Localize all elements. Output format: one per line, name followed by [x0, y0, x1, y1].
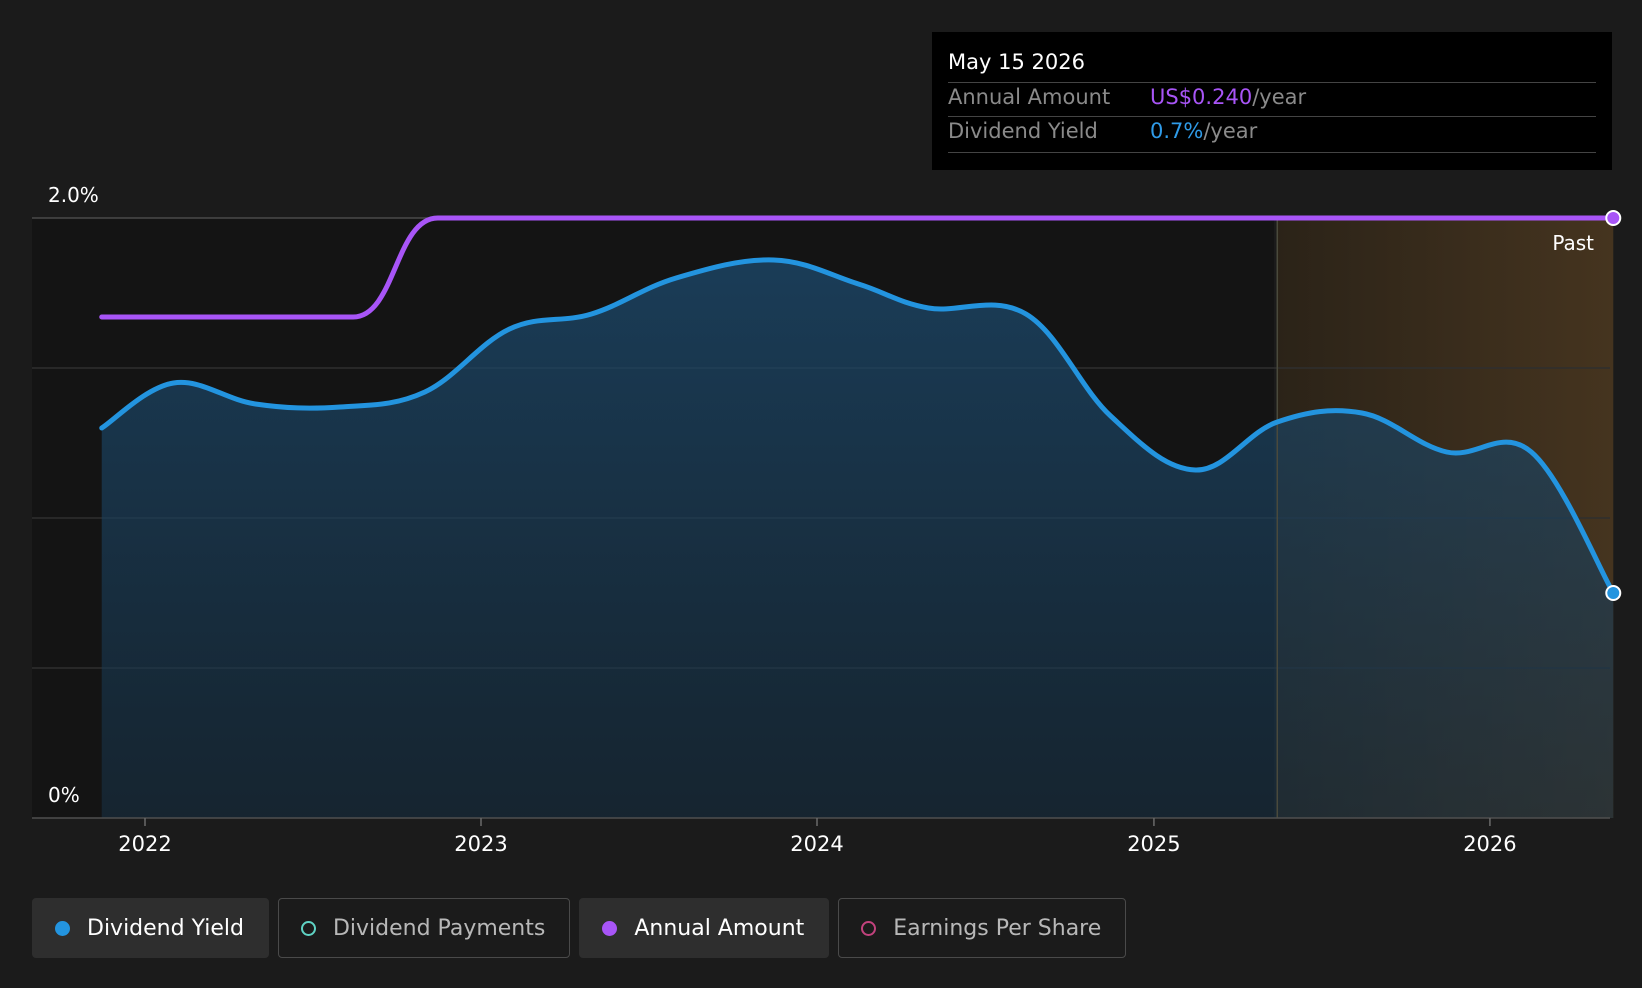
tooltip-divider	[948, 116, 1596, 117]
tooltip-unit: /year	[1203, 119, 1258, 143]
tooltip-row-value: US$0.240/year	[1150, 85, 1306, 109]
tooltip-divider	[948, 82, 1596, 83]
tooltip-row-value: 0.7%/year	[1150, 119, 1257, 143]
tooltip-date: May 15 2026	[948, 50, 1085, 74]
y-tick-label-bottom: 0%	[48, 783, 80, 807]
annual-amount-dot-icon	[602, 920, 618, 936]
y-tick-label-top: 2.0%	[48, 183, 99, 207]
earnings-per-share-ring-icon	[861, 920, 877, 936]
tooltip: May 15 2026 Annual Amount US$0.240/year …	[932, 32, 1612, 170]
past-label: Past	[1552, 231, 1594, 255]
tooltip-divider	[948, 152, 1596, 153]
legend-label: Annual Amount	[634, 915, 805, 941]
tooltip-value: US$0.240	[1150, 85, 1253, 109]
legend-label: Earnings Per Share	[893, 915, 1102, 941]
tooltip-row-label: Dividend Yield	[948, 119, 1098, 143]
tooltip-value: 0.7%	[1150, 119, 1204, 143]
legend-label: Dividend Yield	[87, 915, 244, 941]
x-tick-label-2023: 2023	[454, 832, 507, 856]
annual-amount-end-marker	[1605, 210, 1622, 226]
legend-dividend-yield[interactable]: Dividend Yield	[32, 898, 269, 958]
tooltip-row-label: Annual Amount	[948, 85, 1111, 109]
legend-dividend-payments[interactable]: Dividend Payments	[277, 898, 571, 958]
dividend-yield-dot-icon	[55, 920, 70, 936]
tooltip-unit: /year	[1252, 85, 1307, 109]
legend: Dividend Yield Dividend Payments Annual …	[32, 898, 1127, 958]
legend-annual-amount[interactable]: Annual Amount	[579, 898, 830, 958]
legend-label: Dividend Payments	[332, 915, 546, 941]
dividend-yield-end-marker	[1605, 585, 1622, 601]
tooltip-row-annual-amount: Annual Amount US$0.240/year	[948, 85, 1306, 109]
tooltip-row-dividend-yield: Dividend Yield 0.7%/year	[948, 119, 1257, 143]
dividend-payments-ring-icon	[300, 920, 316, 936]
legend-earnings-per-share[interactable]: Earnings Per Share	[838, 898, 1127, 958]
x-tick-label-2025: 2025	[1127, 832, 1180, 856]
x-axis-ticks: 2022 2023 2024 2025 2026	[118, 818, 1517, 856]
x-tick-label-2024: 2024	[790, 832, 843, 856]
x-tick-label-2026: 2026	[1463, 832, 1516, 856]
x-tick-label-2022: 2022	[118, 832, 171, 856]
